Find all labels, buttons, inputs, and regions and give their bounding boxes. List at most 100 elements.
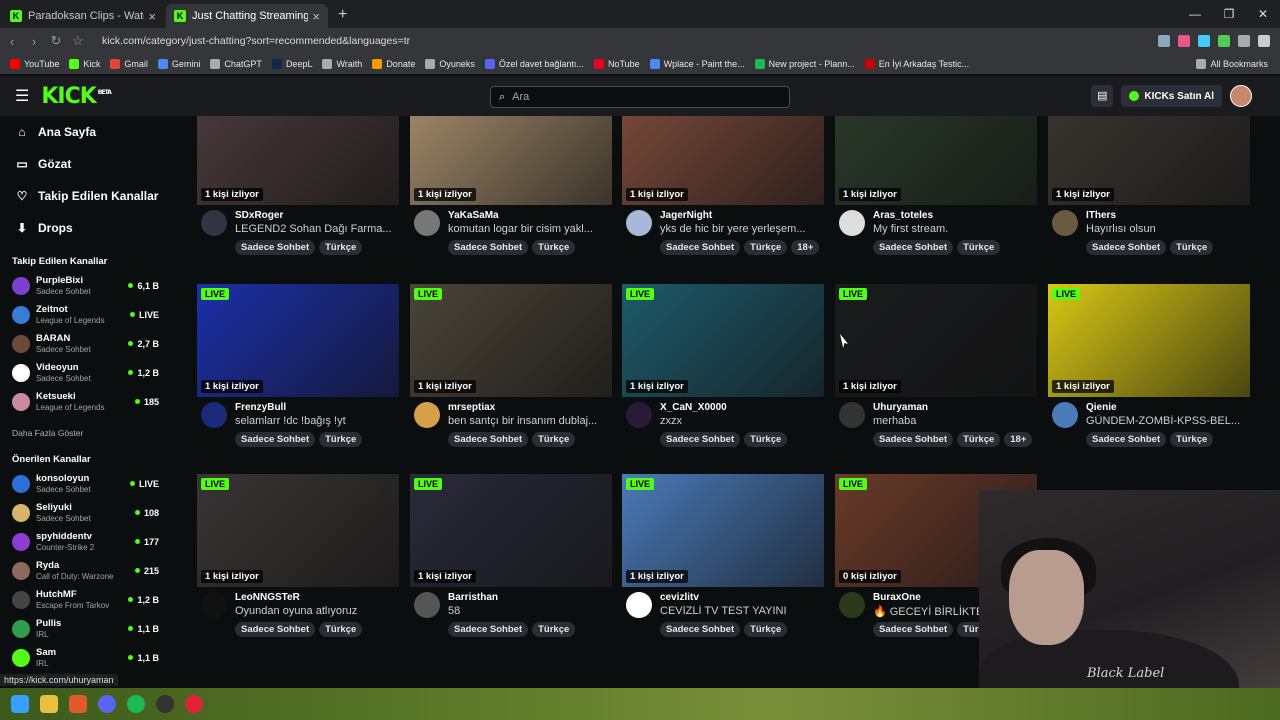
translate-icon[interactable]	[1158, 35, 1170, 47]
forward-icon[interactable]: ›	[24, 34, 44, 49]
streamer-name[interactable]: cevizlitv	[660, 592, 699, 603]
stream-thumbnail[interactable]: LIVE 1 kişi izliyor	[835, 284, 1037, 397]
kick-logo[interactable]: KICK BETA	[41, 84, 111, 109]
bookmark-item[interactable]: DeepL	[271, 59, 312, 69]
tag-chip[interactable]: Türkçe	[744, 622, 788, 637]
extensions-puzzle-icon[interactable]	[1238, 35, 1250, 47]
tag-chip[interactable]: Sadece Sohbet	[235, 622, 316, 637]
bookmark-item[interactable]: New project - Plann...	[754, 59, 855, 69]
layout-icon[interactable]: ▤	[1091, 85, 1114, 107]
browser-tab[interactable]: K Paradoksan Clips - Watch Live on Kick ×	[2, 4, 164, 28]
sidebar-channel[interactable]: HutchMF Escape From Tarkov 1,2 B	[0, 585, 175, 614]
tag-chip[interactable]: 18+	[1004, 432, 1033, 447]
bookmark-item[interactable]: Gmail	[110, 59, 148, 69]
minimize-icon[interactable]: —	[1178, 0, 1212, 28]
steam-icon[interactable]	[156, 695, 174, 713]
bookmark-item[interactable]: Wraith	[322, 59, 362, 69]
streamer-avatar[interactable]	[414, 592, 440, 618]
extension-icon[interactable]	[1218, 35, 1230, 47]
close-tab-icon[interactable]: ×	[312, 9, 320, 24]
bookmark-item[interactable]: Donate	[372, 59, 415, 69]
streamer-name[interactable]: Uhuryaman	[873, 402, 928, 413]
streamer-avatar[interactable]	[201, 402, 227, 428]
streamer-name[interactable]: Barristhan	[448, 592, 498, 603]
tag-chip[interactable]: Türkçe	[957, 240, 1001, 255]
reload-icon[interactable]: ↻	[46, 33, 66, 49]
show-more-link[interactable]: Daha Fazla Göster	[0, 416, 175, 442]
extension-icon[interactable]	[1198, 35, 1210, 47]
search-input[interactable]: ⌕ Ara	[490, 86, 790, 108]
tag-chip[interactable]: Türkçe	[532, 432, 576, 447]
sidebar-channel[interactable]: spyhiddentv Counter-Strike 2 177	[0, 527, 175, 556]
streamer-name[interactable]: mrseptiax	[448, 402, 495, 413]
streamer-name[interactable]: BuraxOne	[873, 592, 921, 603]
sidebar-channel[interactable]: BARAN Sadece Sohbet 2,7 B	[0, 329, 175, 358]
stream-title[interactable]: komutan logar bir cisim yakl...	[448, 223, 613, 235]
sidebar-channel[interactable]: Seliyuki Sadece Sohbet 108	[0, 498, 175, 527]
streamer-avatar[interactable]	[414, 210, 440, 236]
bookmark-item[interactable]: Kick	[69, 59, 100, 69]
streamer-name[interactable]: FrenzyBull	[235, 402, 286, 413]
streamer-avatar[interactable]	[1052, 402, 1078, 428]
tag-chip[interactable]: Türkçe	[1170, 432, 1214, 447]
tag-chip[interactable]: Türkçe	[1170, 240, 1214, 255]
sidebar-nav-browse[interactable]: ▭ Gözat	[0, 148, 175, 180]
stream-card[interactable]: LIVE 1 kişi izliyor Barristhan 58 Sadece Soh…	[410, 474, 612, 646]
streamer-avatar[interactable]	[626, 402, 652, 428]
stream-thumbnail[interactable]: 1 kişi izliyor	[622, 116, 824, 205]
tag-chip[interactable]: Türkçe	[532, 622, 576, 637]
streamer-avatar[interactable]	[414, 402, 440, 428]
streamer-name[interactable]: IThers	[1086, 210, 1116, 221]
bookmark-item[interactable]: Wplace - Paint the...	[649, 59, 745, 69]
stream-card[interactable]: 1 kişi izliyor SDxRoger LEGEND2 Sohan Dağı…	[197, 116, 399, 264]
stream-thumbnail[interactable]: LIVE 1 kişi izliyor	[1048, 284, 1250, 397]
stream-thumbnail[interactable]: LIVE 1 kişi izliyor	[622, 284, 824, 397]
streamer-avatar[interactable]	[626, 592, 652, 618]
streamer-name[interactable]: LeoNNGSTeR	[235, 592, 300, 603]
sidebar-nav-drops[interactable]: ⬇ Drops	[0, 212, 175, 244]
stream-card[interactable]: 1 kişi izliyor IThers Hayırlısı olsun Sadec…	[1048, 116, 1250, 264]
tag-chip[interactable]: Sadece Sohbet	[660, 240, 741, 255]
streamer-name[interactable]: YaKaSaMa	[448, 210, 499, 221]
stream-card[interactable]: LIVE 1 kişi izliyor cevizlitv CEVİZLİ TV TE…	[622, 474, 824, 646]
tag-chip[interactable]: Türkçe	[744, 432, 788, 447]
stream-title[interactable]: CEVİZLİ TV TEST YAYINI	[660, 605, 825, 617]
sidebar-channel[interactable]: Pullis IRL 1,1 B	[0, 614, 175, 643]
stream-title[interactable]: Hayırlısı olsun	[1086, 223, 1251, 235]
streamer-avatar[interactable]	[1052, 210, 1078, 236]
stream-title[interactable]: ben santçı bir insanım dublaj...	[448, 415, 613, 427]
stream-title[interactable]: zxzx	[660, 415, 825, 427]
discord-icon[interactable]	[98, 695, 116, 713]
bookmark-star-icon[interactable]: ☆	[68, 33, 88, 49]
bookmark-item[interactable]: YouTube	[10, 59, 59, 69]
all-bookmarks-button[interactable]: All Bookmarks	[1196, 59, 1268, 69]
sidebar-nav-heart[interactable]: ♡ Takip Edilen Kanallar	[0, 180, 175, 212]
streamer-name[interactable]: X_CaN_X0000	[660, 402, 727, 413]
url-field[interactable]: kick.com/category/just-chatting?sort=rec…	[102, 35, 1158, 47]
streamer-name[interactable]: Aras_toteles	[873, 210, 933, 221]
new-tab-icon[interactable]: +	[338, 6, 347, 24]
file-explorer-icon[interactable]	[40, 695, 58, 713]
sidebar-channel[interactable]: konsoloyun Sadece Sohbet LIVE	[0, 469, 175, 498]
close-window-icon[interactable]: ✕	[1246, 0, 1280, 28]
stream-card[interactable]: LIVE 1 kişi izliyor FrenzyBull selamlarr !d…	[197, 284, 399, 456]
close-tab-icon[interactable]: ×	[148, 9, 156, 24]
sidebar-channel[interactable]: Ketsueki League of Legends 185	[0, 387, 175, 416]
streamer-avatar[interactable]	[626, 210, 652, 236]
tag-chip[interactable]: 18+	[791, 240, 820, 255]
streamer-avatar[interactable]	[839, 402, 865, 428]
browser-tab[interactable]: K Just Chatting Streaming - Live St×	[166, 4, 328, 28]
stream-thumbnail[interactable]: LIVE 1 kişi izliyor	[410, 284, 612, 397]
sidebar-channel[interactable]: Zeitnot League of Legends LIVE	[0, 300, 175, 329]
stream-thumbnail[interactable]: 1 kişi izliyor	[835, 116, 1037, 205]
sidebar-channel[interactable]: Videoyun Sadece Sohbet 1,2 B	[0, 358, 175, 387]
stream-title[interactable]: Oyundan oyuna atlıyoruz	[235, 605, 400, 617]
bookmark-item[interactable]: Oyuneks	[425, 59, 475, 69]
tag-chip[interactable]: Türkçe	[957, 432, 1001, 447]
tag-chip[interactable]: Türkçe	[532, 240, 576, 255]
stream-thumbnail[interactable]: LIVE 1 kişi izliyor	[622, 474, 824, 587]
tag-chip[interactable]: Sadece Sohbet	[660, 622, 741, 637]
tag-chip[interactable]: Sadece Sohbet	[1086, 432, 1167, 447]
stream-title[interactable]: 58	[448, 605, 613, 617]
stream-card[interactable]: LIVE 1 kişi izliyor Qienie GÜNDEM-ZOMBİ-KPS…	[1048, 284, 1250, 456]
